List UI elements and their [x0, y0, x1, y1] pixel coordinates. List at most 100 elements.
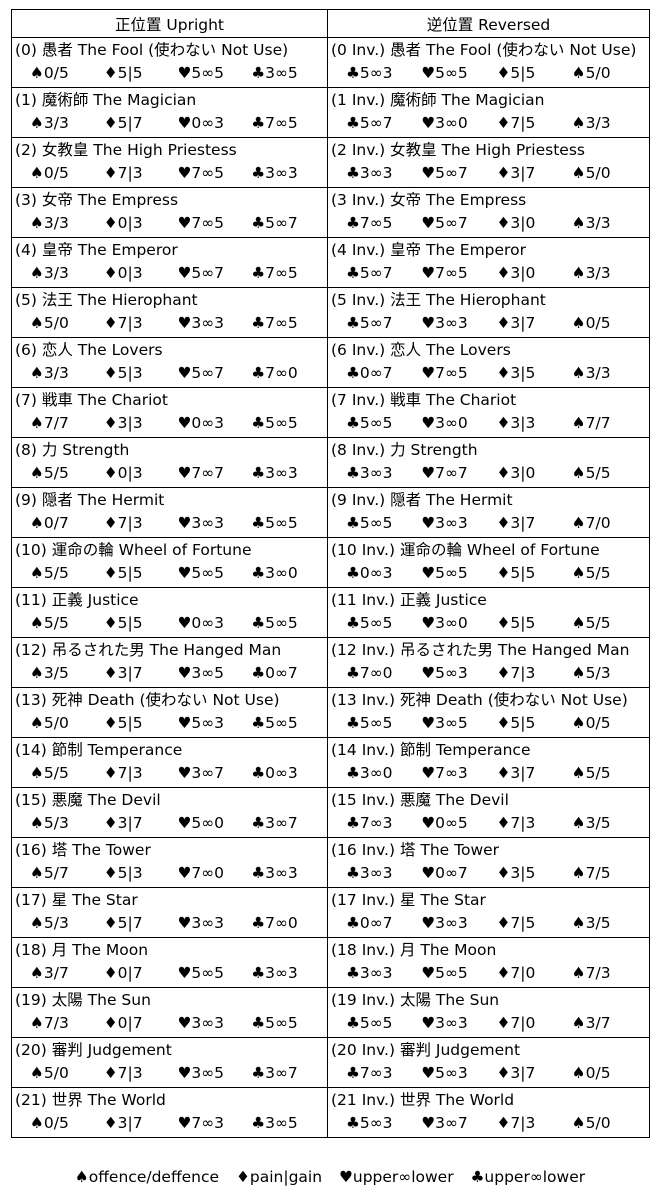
stat-value: ♥5∞5: [421, 564, 468, 582]
upright-card-stats: ♠3/7 ♦0|7 ♥5∞5 ♣3∞3: [30, 963, 325, 983]
reversed-card-cell: (9 Inv.) 隠者 The Hermit ♣5∞5 ♥3∞3 ♦3|7 ♠7/0: [327, 487, 650, 538]
reversed-card-stats: ♣5∞3 ♥5∞5 ♦5|5 ♠5/0: [346, 63, 647, 83]
reversed-card-cell: (8 Inv.) 力 Strength ♣3∞3 ♥7∞7 ♦3|0 ♠5/5: [327, 437, 650, 488]
stat-value: ♦3|0: [496, 464, 536, 482]
reversed-card-cell: (18 Inv.) 月 The Moon ♣3∞3 ♥5∞5 ♦7|0 ♠7/3: [327, 937, 650, 988]
stat-value: ♠7/7: [571, 414, 611, 432]
reversed-card-name: (13 Inv.) 死神 Death (使わない Not Use): [331, 691, 628, 709]
stat-value: ♦0|3: [103, 264, 143, 282]
stat-value: ♦5|3: [103, 864, 143, 882]
upright-card-name: (14) 節制 Temperance: [15, 741, 183, 759]
stat-value: ♣3∞0: [346, 764, 393, 782]
stat-value: ♦3|3: [496, 414, 536, 432]
upright-card-cell: (8) 力 Strength ♠5/5 ♦0|3 ♥7∞7 ♣3∞3: [11, 437, 328, 488]
stat-value: ♠7/3: [571, 964, 611, 982]
stat-value: ♣7∞3: [346, 814, 393, 832]
upright-card-cell: (1) 魔術師 The Magician ♠3/3 ♦5|7 ♥0∞3 ♣7∞5: [11, 87, 328, 138]
upright-card-cell: (10) 運命の輪 Wheel of Fortune ♠5/5 ♦5|5 ♥5∞5 ♣3…: [11, 537, 328, 588]
stat-value: ♦5|5: [103, 614, 143, 632]
upright-card-stats: ♠0/7 ♦7|3 ♥3∞3 ♣5∞5: [30, 513, 325, 533]
upright-card-cell: (18) 月 The Moon ♠3/7 ♦0|7 ♥5∞5 ♣3∞3: [11, 937, 328, 988]
upright-card-stats: ♠3/3 ♦5|7 ♥0∞3 ♣7∞5: [30, 113, 325, 133]
stat-value: ♦7|5: [496, 114, 536, 132]
upright-card-stats: ♠5/5 ♦5|5 ♥0∞3 ♣5∞5: [30, 613, 325, 633]
stat-value: ♣5∞5: [346, 614, 393, 632]
reversed-card-cell: (17 Inv.) 星 The Star ♣0∞7 ♥3∞3 ♦7|5 ♠3/5: [327, 887, 650, 938]
stat-value: ♣3∞5: [251, 1114, 298, 1132]
stat-value: ♣3∞3: [346, 864, 393, 882]
stat-value: ♠3/3: [30, 264, 69, 282]
upright-card-name: (2) 女教皇 The High Priestess: [15, 141, 237, 159]
reversed-card-stats: ♣5∞5 ♥3∞3 ♦7|0 ♠3/7: [346, 1013, 647, 1033]
legend-heart: ♥upper∞lower: [338, 1168, 454, 1186]
stat-value: ♥3∞3: [177, 514, 225, 532]
stat-value: ♣3∞3: [251, 864, 298, 882]
upright-card-stats: ♠0/5 ♦7|3 ♥7∞5 ♣3∞3: [30, 163, 325, 183]
reversed-card-name: (4 Inv.) 皇帝 The Emperor: [331, 241, 526, 259]
reversed-card-name: (5 Inv.) 法王 The Hierophant: [331, 291, 546, 309]
upright-card-stats: ♠7/7 ♦3|3 ♥0∞3 ♣5∞5: [30, 413, 325, 433]
stat-value: ♠0/5: [30, 164, 69, 182]
stat-value: ♥7∞0: [177, 864, 225, 882]
stat-value: ♠5/0: [30, 1064, 69, 1082]
reversed-column-header: 逆位置 Reversed: [327, 9, 650, 38]
stat-value: ♠7/0: [571, 514, 611, 532]
upright-card-name: (1) 魔術師 The Magician: [15, 91, 197, 109]
stat-value: ♥0∞3: [177, 114, 225, 132]
table-row: (13) 死神 Death (使わない Not Use) ♠5/0 ♦5|5 ♥5∞3…: [11, 687, 650, 738]
stat-value: ♦0|3: [103, 464, 143, 482]
stat-value: ♥3∞0: [421, 414, 468, 432]
upright-card-cell: (3) 女帝 The Empress ♠3/3 ♦0|3 ♥7∞5 ♣5∞7: [11, 187, 328, 238]
reversed-card-name: (6 Inv.) 恋人 The Lovers: [331, 341, 511, 359]
stat-value: ♠7/5: [571, 864, 611, 882]
stat-value: ♣5∞3: [346, 1114, 393, 1132]
upright-card-stats: ♠3/3 ♦5|3 ♥5∞7 ♣7∞0: [30, 363, 325, 383]
stat-value: ♣3∞3: [251, 964, 298, 982]
stat-value: ♠5/5: [30, 564, 69, 582]
upright-column-header: 正位置 Upright: [11, 9, 328, 38]
stat-value: ♥0∞7: [421, 864, 468, 882]
stat-value: ♠7/7: [30, 414, 69, 432]
upright-card-cell: (16) 塔 The Tower ♠5/7 ♦5|3 ♥7∞0 ♣3∞3: [11, 837, 328, 888]
reversed-card-cell: (16 Inv.) 塔 The Tower ♣3∞3 ♥0∞7 ♦3|5 ♠7/5: [327, 837, 650, 888]
upright-card-stats: ♠5/0 ♦7|3 ♥3∞5 ♣3∞7: [30, 1063, 325, 1083]
stat-value: ♠3/3: [571, 114, 611, 132]
reversed-card-name: (14 Inv.) 節制 Temperance: [331, 741, 531, 759]
stat-value: ♦3|7: [103, 814, 143, 832]
upright-card-cell: (12) 吊るされた男 The Hanged Man ♠3/5 ♦3|7 ♥3∞5 ♣0…: [11, 637, 328, 688]
stat-value: ♠5/5: [30, 614, 69, 632]
reversed-card-cell: (14 Inv.) 節制 Temperance ♣3∞0 ♥7∞3 ♦3|7 ♠5/5: [327, 737, 650, 788]
stat-value: ♦3|7: [103, 664, 143, 682]
stat-value: ♥3∞3: [421, 514, 468, 532]
stat-value: ♠3/5: [30, 664, 69, 682]
legend: ♠offence/deffence ♦pain|gain ♥upper∞lowe…: [0, 1168, 660, 1186]
reversed-card-name: (15 Inv.) 悪魔 The Devil: [331, 791, 509, 809]
stat-value: ♠3/5: [571, 914, 611, 932]
reversed-card-name: (0 Inv.) 愚者 The Fool (使わない Not Use): [331, 41, 637, 59]
upright-card-cell: (11) 正義 Justice ♠5/5 ♦5|5 ♥0∞3 ♣5∞5: [11, 587, 328, 638]
table-row: (9) 隠者 The Hermit ♠0/7 ♦7|3 ♥3∞3 ♣5∞5 (9 Inv.…: [11, 487, 650, 538]
upright-card-stats: ♠5/3 ♦5|7 ♥3∞3 ♣7∞0: [30, 913, 325, 933]
stat-value: ♥5∞5: [177, 964, 225, 982]
upright-card-cell: (15) 悪魔 The Devil ♠5/3 ♦3|7 ♥5∞0 ♣3∞7: [11, 787, 328, 838]
stat-value: ♦5|5: [496, 614, 536, 632]
stat-value: ♦3|7: [496, 514, 536, 532]
upright-card-stats: ♠5/0 ♦7|3 ♥3∞3 ♣7∞5: [30, 313, 325, 333]
reversed-card-name: (9 Inv.) 隠者 The Hermit: [331, 491, 513, 509]
stat-value: ♥5∞3: [421, 1064, 468, 1082]
reversed-card-cell: (6 Inv.) 恋人 The Lovers ♣0∞7 ♥7∞5 ♦3|5 ♠3/3: [327, 337, 650, 388]
stat-value: ♦7|5: [496, 914, 536, 932]
stat-value: ♦7|3: [496, 1114, 536, 1132]
stat-value: ♦5|5: [496, 564, 536, 582]
stat-value: ♥3∞3: [421, 914, 468, 932]
stat-value: ♦7|3: [496, 814, 536, 832]
stat-value: ♣5∞5: [346, 714, 393, 732]
upright-card-cell: (9) 隠者 The Hermit ♠0/7 ♦7|3 ♥3∞3 ♣5∞5: [11, 487, 328, 538]
stat-value: ♥3∞3: [177, 914, 225, 932]
table-row: (20) 審判 Judgement ♠5/0 ♦7|3 ♥3∞5 ♣3∞7 (20 Inv…: [11, 1037, 650, 1088]
stat-value: ♦3|3: [103, 414, 143, 432]
stat-value: ♥7∞5: [421, 364, 468, 382]
upright-card-stats: ♠5/5 ♦7|3 ♥3∞7 ♣0∞3: [30, 763, 325, 783]
reversed-card-name: (2 Inv.) 女教皇 The High Priestess: [331, 141, 585, 159]
table-row: (1) 魔術師 The Magician ♠3/3 ♦5|7 ♥0∞3 ♣7∞5 (1 I…: [11, 87, 650, 138]
